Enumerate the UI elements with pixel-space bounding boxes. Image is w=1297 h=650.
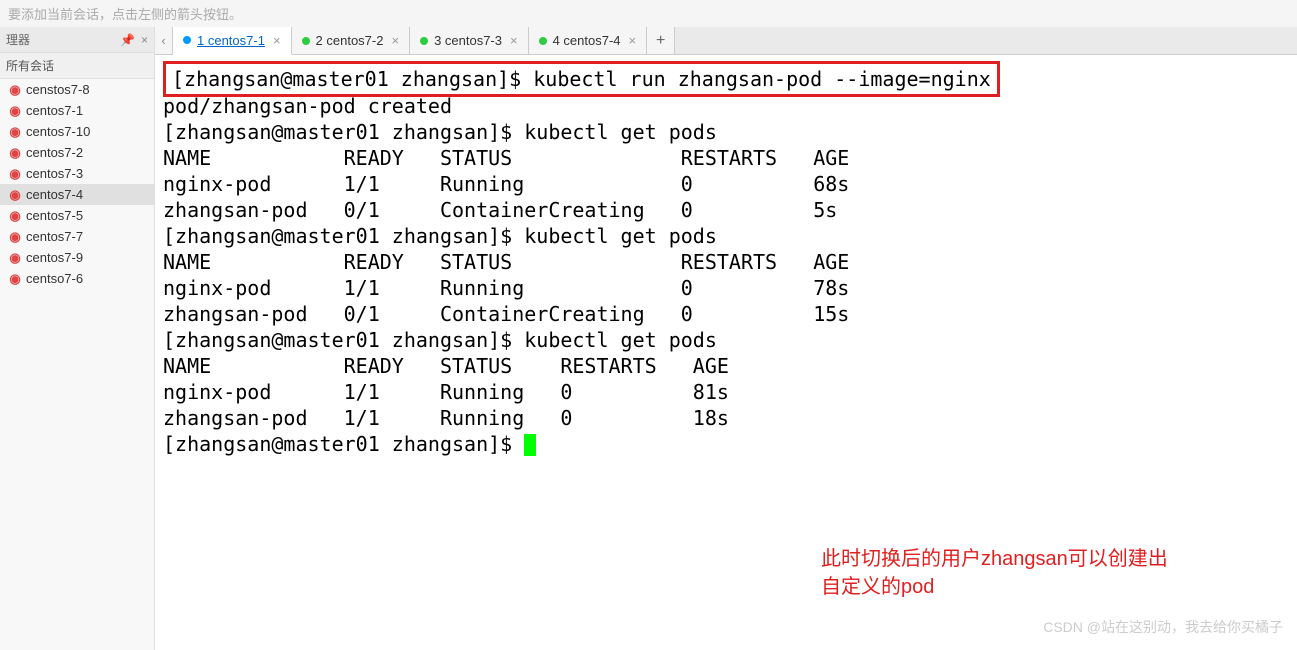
session-item[interactable]: ◉ centos7-2 xyxy=(0,142,154,163)
session-item-label: centos7-3 xyxy=(26,166,83,181)
session-icon: ◉ xyxy=(8,104,22,118)
session-icon: ◉ xyxy=(8,83,22,97)
session-item[interactable]: ◉ centos7-4 xyxy=(0,184,154,205)
tab[interactable]: 2 centos7-2 × xyxy=(292,27,411,54)
tab-status-dot-icon xyxy=(539,37,547,45)
tab-label: 2 centos7-2 xyxy=(316,33,384,48)
tab-status-dot-icon xyxy=(183,36,191,44)
session-item[interactable]: ◉ centos7-10 xyxy=(0,121,154,142)
session-item-label: centos7-4 xyxy=(26,187,83,202)
tab-close-icon[interactable]: × xyxy=(273,33,281,48)
session-item-label: centos7-9 xyxy=(26,250,83,265)
session-item-label: censtos7-8 xyxy=(26,82,90,97)
session-item[interactable]: ◉ centos7-9 xyxy=(0,247,154,268)
session-item-label: centos7-10 xyxy=(26,124,90,139)
session-item-label: centos7-2 xyxy=(26,145,83,160)
session-item-label: centos7-5 xyxy=(26,208,83,223)
session-item[interactable]: ◉ centso7-6 xyxy=(0,268,154,289)
session-sidebar: 理器 📌 × 所有会话 ◉ censtos7-8 ◉ centos7-1 ◉ centos… xyxy=(0,27,155,650)
session-icon: ◉ xyxy=(8,251,22,265)
tab[interactable]: 3 centos7-3 × xyxy=(410,27,529,54)
highlighted-command: [zhangsan@master01 zhangsan]$ kubectl ru… xyxy=(163,61,1000,97)
session-icon: ◉ xyxy=(8,188,22,202)
tab-label: 1 centos7-1 xyxy=(197,33,265,48)
tab-close-icon[interactable]: × xyxy=(629,33,637,48)
tab-status-dot-icon xyxy=(302,37,310,45)
tab-label: 4 centos7-4 xyxy=(553,33,621,48)
session-list: ◉ censtos7-8 ◉ centos7-1 ◉ centos7-10 ◉ centos7… xyxy=(0,79,154,289)
session-icon: ◉ xyxy=(8,125,22,139)
all-sessions-label[interactable]: 所有会话 xyxy=(0,53,154,79)
terminal-lines: pod/zhangsan-pod created [zhangsan@maste… xyxy=(163,94,849,430)
sidebar-title: 理器 xyxy=(6,31,30,48)
cursor-icon xyxy=(524,434,536,456)
tab-bar: ‹ 1 centos7-1×2 centos7-2×3 centos7-3×4 … xyxy=(155,27,1297,55)
session-item[interactable]: ◉ centos7-7 xyxy=(0,226,154,247)
session-icon: ◉ xyxy=(8,167,22,181)
session-icon: ◉ xyxy=(8,230,22,244)
tab-close-icon[interactable]: × xyxy=(391,33,399,48)
tab[interactable]: 4 centos7-4 × xyxy=(529,27,648,54)
pin-icon[interactable]: 📌 xyxy=(120,33,135,47)
session-item-label: centos7-1 xyxy=(26,103,83,118)
tab-label: 3 centos7-3 xyxy=(434,33,502,48)
terminal-output[interactable]: [zhangsan@master01 zhangsan]$ kubectl ru… xyxy=(155,55,1297,650)
session-icon: ◉ xyxy=(8,146,22,160)
tab[interactable]: 1 centos7-1 × xyxy=(173,27,292,55)
session-item[interactable]: ◉ centos7-5 xyxy=(0,205,154,226)
session-item-label: centso7-6 xyxy=(26,271,83,286)
session-item-label: centos7-7 xyxy=(26,229,83,244)
session-item[interactable]: ◉ centos7-1 xyxy=(0,100,154,121)
tab-close-icon[interactable]: × xyxy=(510,33,518,48)
session-item[interactable]: ◉ censtos7-8 xyxy=(0,79,154,100)
session-item[interactable]: ◉ centos7-3 xyxy=(0,163,154,184)
top-hint-text: 要添加当前会话，点击左侧的箭头按钮。 xyxy=(0,0,1297,27)
session-icon: ◉ xyxy=(8,272,22,286)
session-icon: ◉ xyxy=(8,209,22,223)
terminal-prompt: [zhangsan@master01 zhangsan]$ xyxy=(163,432,524,456)
sidebar-close-icon[interactable]: × xyxy=(141,33,148,47)
tab-status-dot-icon xyxy=(420,37,428,45)
sidebar-header: 理器 📌 × xyxy=(0,27,154,53)
watermark-text: CSDN @站在这别动，我去给你买橘子 xyxy=(1043,617,1283,637)
annotation-text: 此时切换后的用户zhangsan可以创建出自定义的pod xyxy=(821,545,1221,601)
tab-scroll-left-icon[interactable]: ‹ xyxy=(155,27,173,54)
new-tab-button[interactable]: + xyxy=(647,27,675,54)
